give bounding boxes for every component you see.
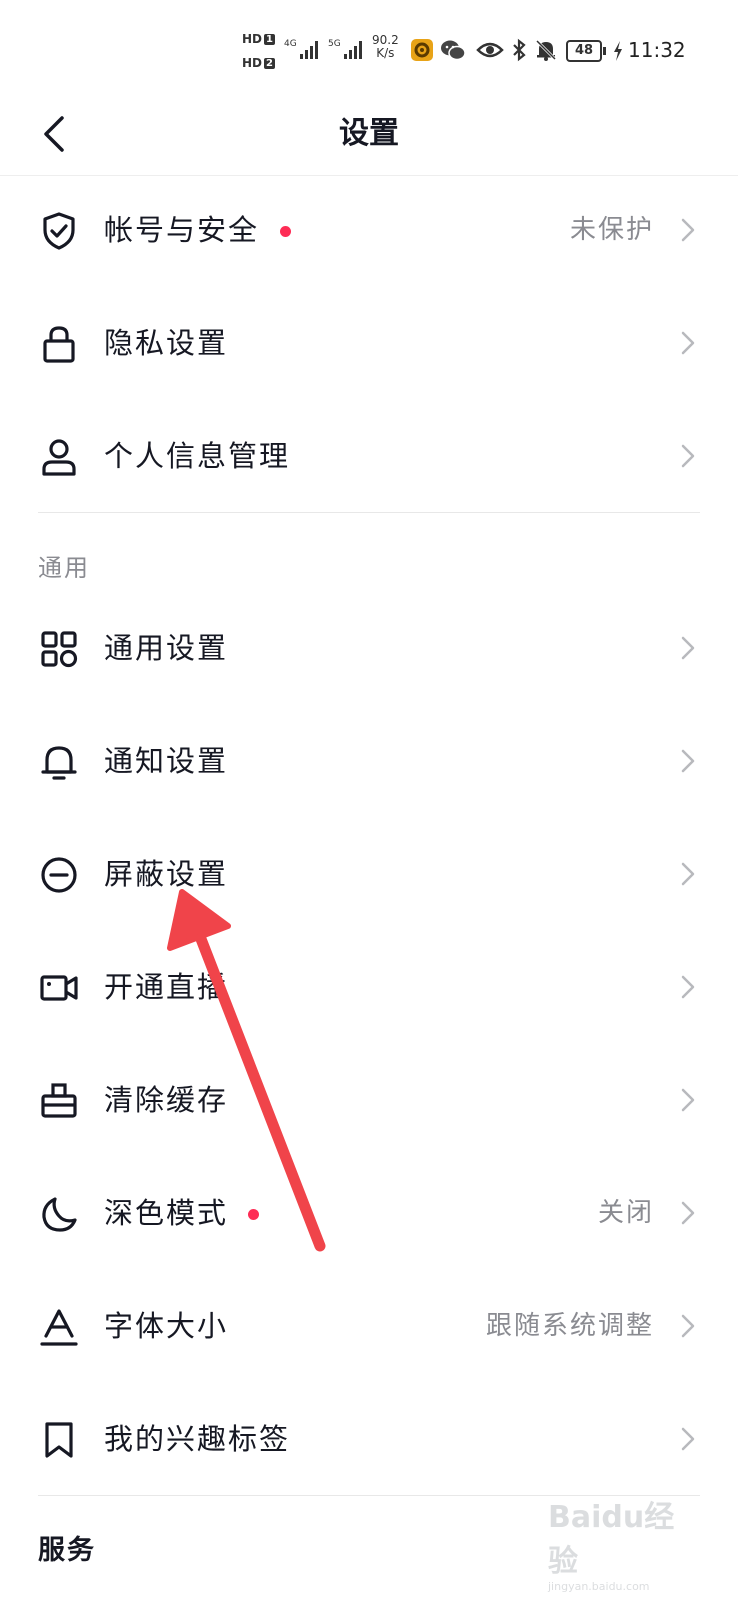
hd1-badge: HD 1 <box>242 32 275 46</box>
block-icon <box>41 857 77 893</box>
video-camera-icon <box>40 975 78 1001</box>
watermark-url: jingyan.baidu.com <box>548 1580 650 1593</box>
signal-4g-label: 4G <box>284 39 297 49</box>
hd2-text: HD <box>242 56 263 70</box>
chevron-right-icon <box>681 749 695 773</box>
clean-icon <box>41 1083 77 1118</box>
navigation-header: 设置 <box>0 95 738 176</box>
chevron-right-icon <box>681 1201 695 1225</box>
settings-row-account-security[interactable]: 帐号与安全 未保护 <box>0 174 738 286</box>
network-speed: 90.2 K/s <box>372 34 399 60</box>
signal-5g-label: 5G <box>328 39 341 49</box>
row-label: 开通直播 <box>104 970 229 1004</box>
settings-row-live[interactable]: 开通直播 <box>0 931 738 1043</box>
row-label: 屏蔽设置 <box>104 857 229 891</box>
mute-bell-icon <box>534 38 558 62</box>
status-time: 11:32 <box>628 38 686 62</box>
hd2-number: 2 <box>264 57 275 69</box>
section-header-service: 服务 <box>38 1535 96 1566</box>
settings-row-interest-tags[interactable]: 我的兴趣标签 <box>0 1383 738 1495</box>
row-label: 个人信息管理 <box>104 439 291 473</box>
row-label: 帐号与安全 <box>104 213 260 247</box>
lock-icon <box>43 326 75 363</box>
eye-icon <box>476 40 504 60</box>
signal-5g: 5G <box>328 38 365 60</box>
row-label: 深色模式 <box>104 1196 229 1230</box>
user-icon <box>42 439 76 476</box>
settings-row-general[interactable]: 通用设置 <box>0 592 738 704</box>
grid-icon <box>41 631 78 668</box>
section-header-general: 通用 <box>38 554 90 582</box>
font-size-icon <box>40 1309 78 1346</box>
row-value: 关闭 <box>597 1198 654 1228</box>
bookmark-icon <box>45 1422 73 1458</box>
row-label: 清除缓存 <box>104 1083 229 1117</box>
row-label: 我的兴趣标签 <box>104 1422 291 1456</box>
moon-icon <box>42 1197 77 1232</box>
signal-bars-icon <box>343 41 362 59</box>
chevron-right-icon <box>681 331 695 355</box>
notification-dot <box>280 226 291 237</box>
watermark-text: Baidu经验 <box>548 1500 675 1579</box>
bell-icon <box>41 746 77 780</box>
row-label: 字体大小 <box>104 1309 229 1343</box>
charging-icon <box>612 40 624 62</box>
chevron-right-icon <box>681 1088 695 1112</box>
hd2-badge: HD 2 <box>242 56 275 70</box>
row-label: 通用设置 <box>104 631 229 665</box>
row-value: 未保护 <box>569 215 654 245</box>
hd1-number: 1 <box>264 33 275 45</box>
chevron-right-icon <box>681 636 695 660</box>
app-notification-icon <box>410 38 434 62</box>
notification-dot <box>248 1209 259 1220</box>
chevron-right-icon <box>681 862 695 886</box>
row-value: 跟随系统调整 <box>485 1311 654 1341</box>
signal-4g: 4G <box>284 38 321 60</box>
chevron-right-icon <box>681 1314 695 1338</box>
shield-check-icon <box>43 212 75 250</box>
settings-row-block[interactable]: 屏蔽设置 <box>0 818 738 930</box>
settings-row-notification[interactable]: 通知设置 <box>0 705 738 817</box>
chevron-right-icon <box>681 444 695 468</box>
settings-row-dark-mode[interactable]: 深色模式 关闭 <box>0 1157 738 1269</box>
battery-indicator: 48 <box>566 40 606 62</box>
bluetooth-icon <box>510 38 528 62</box>
settings-row-clear-cache[interactable]: 清除缓存 <box>0 1044 738 1156</box>
settings-row-privacy[interactable]: 隐私设置 <box>0 287 738 399</box>
hd1-text: HD <box>242 32 263 46</box>
chevron-right-icon <box>681 218 695 242</box>
baidu-watermark: Baidu经验 jingyan.baidu.com <box>548 1492 698 1593</box>
battery-level: 48 <box>566 40 602 62</box>
signal-bars-icon <box>299 41 318 59</box>
chevron-right-icon <box>681 1427 695 1451</box>
settings-row-font-size[interactable]: 字体大小 跟随系统调整 <box>0 1270 738 1382</box>
status-bar: HD 1 HD 2 4G 5G 90.2 K/s 48 11:32 <box>0 0 738 100</box>
speed-unit: K/s <box>376 46 395 60</box>
section-divider <box>38 512 700 513</box>
settings-row-personal-info[interactable]: 个人信息管理 <box>0 400 738 512</box>
row-label: 通知设置 <box>104 744 229 778</box>
row-label: 隐私设置 <box>104 326 229 360</box>
chevron-right-icon <box>681 975 695 999</box>
wechat-icon <box>440 38 466 62</box>
page-title: 设置 <box>339 116 399 151</box>
